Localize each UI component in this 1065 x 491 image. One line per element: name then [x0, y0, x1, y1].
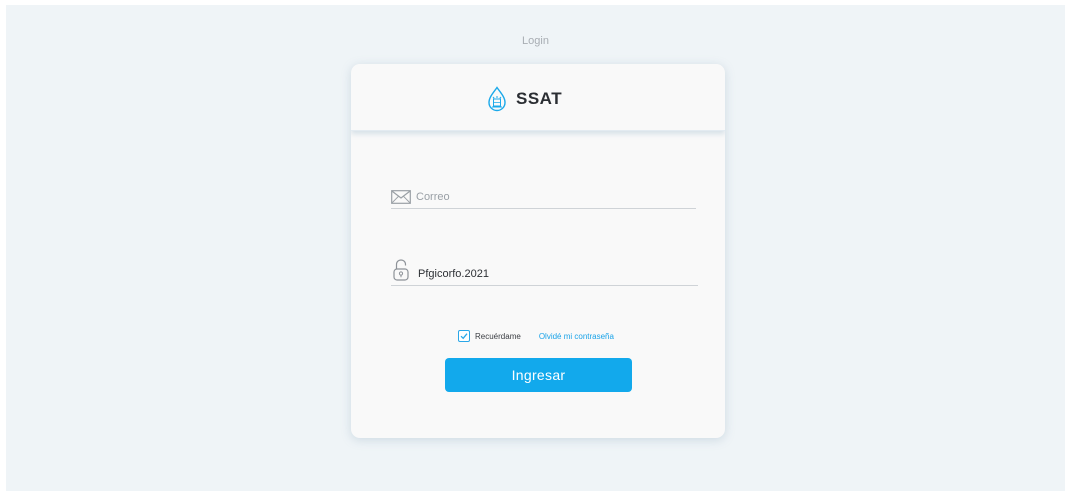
unlocked-padlock-icon — [393, 259, 409, 281]
remember-row: Recuérdame Olvidé mi contraseña — [458, 330, 614, 342]
water-drop-logo-icon — [488, 86, 506, 112]
password-input[interactable] — [418, 266, 678, 282]
brand-logo: SSAT — [486, 86, 562, 112]
checkmark-icon — [460, 333, 468, 340]
remember-label[interactable]: Recuérdame — [475, 332, 521, 341]
email-field[interactable] — [391, 188, 696, 209]
password-field[interactable] — [391, 254, 698, 286]
login-card: SSAT Correo Pfgicorfo.2021 Recuérdame Ol… — [351, 64, 725, 438]
login-submit-button[interactable]: Ingresar — [445, 358, 632, 392]
envelope-icon — [391, 190, 411, 204]
page-background: Login SSAT Correo Pfgicorfo.2021 Recuérd… — [6, 5, 1065, 491]
remember-checkbox[interactable] — [458, 330, 470, 342]
email-input[interactable] — [416, 189, 676, 205]
brand-name: SSAT — [516, 89, 563, 108]
page-title: Login — [522, 35, 549, 47]
card-header: SSAT — [351, 64, 725, 131]
forgot-password-link[interactable]: Olvidé mi contraseña — [539, 332, 614, 341]
